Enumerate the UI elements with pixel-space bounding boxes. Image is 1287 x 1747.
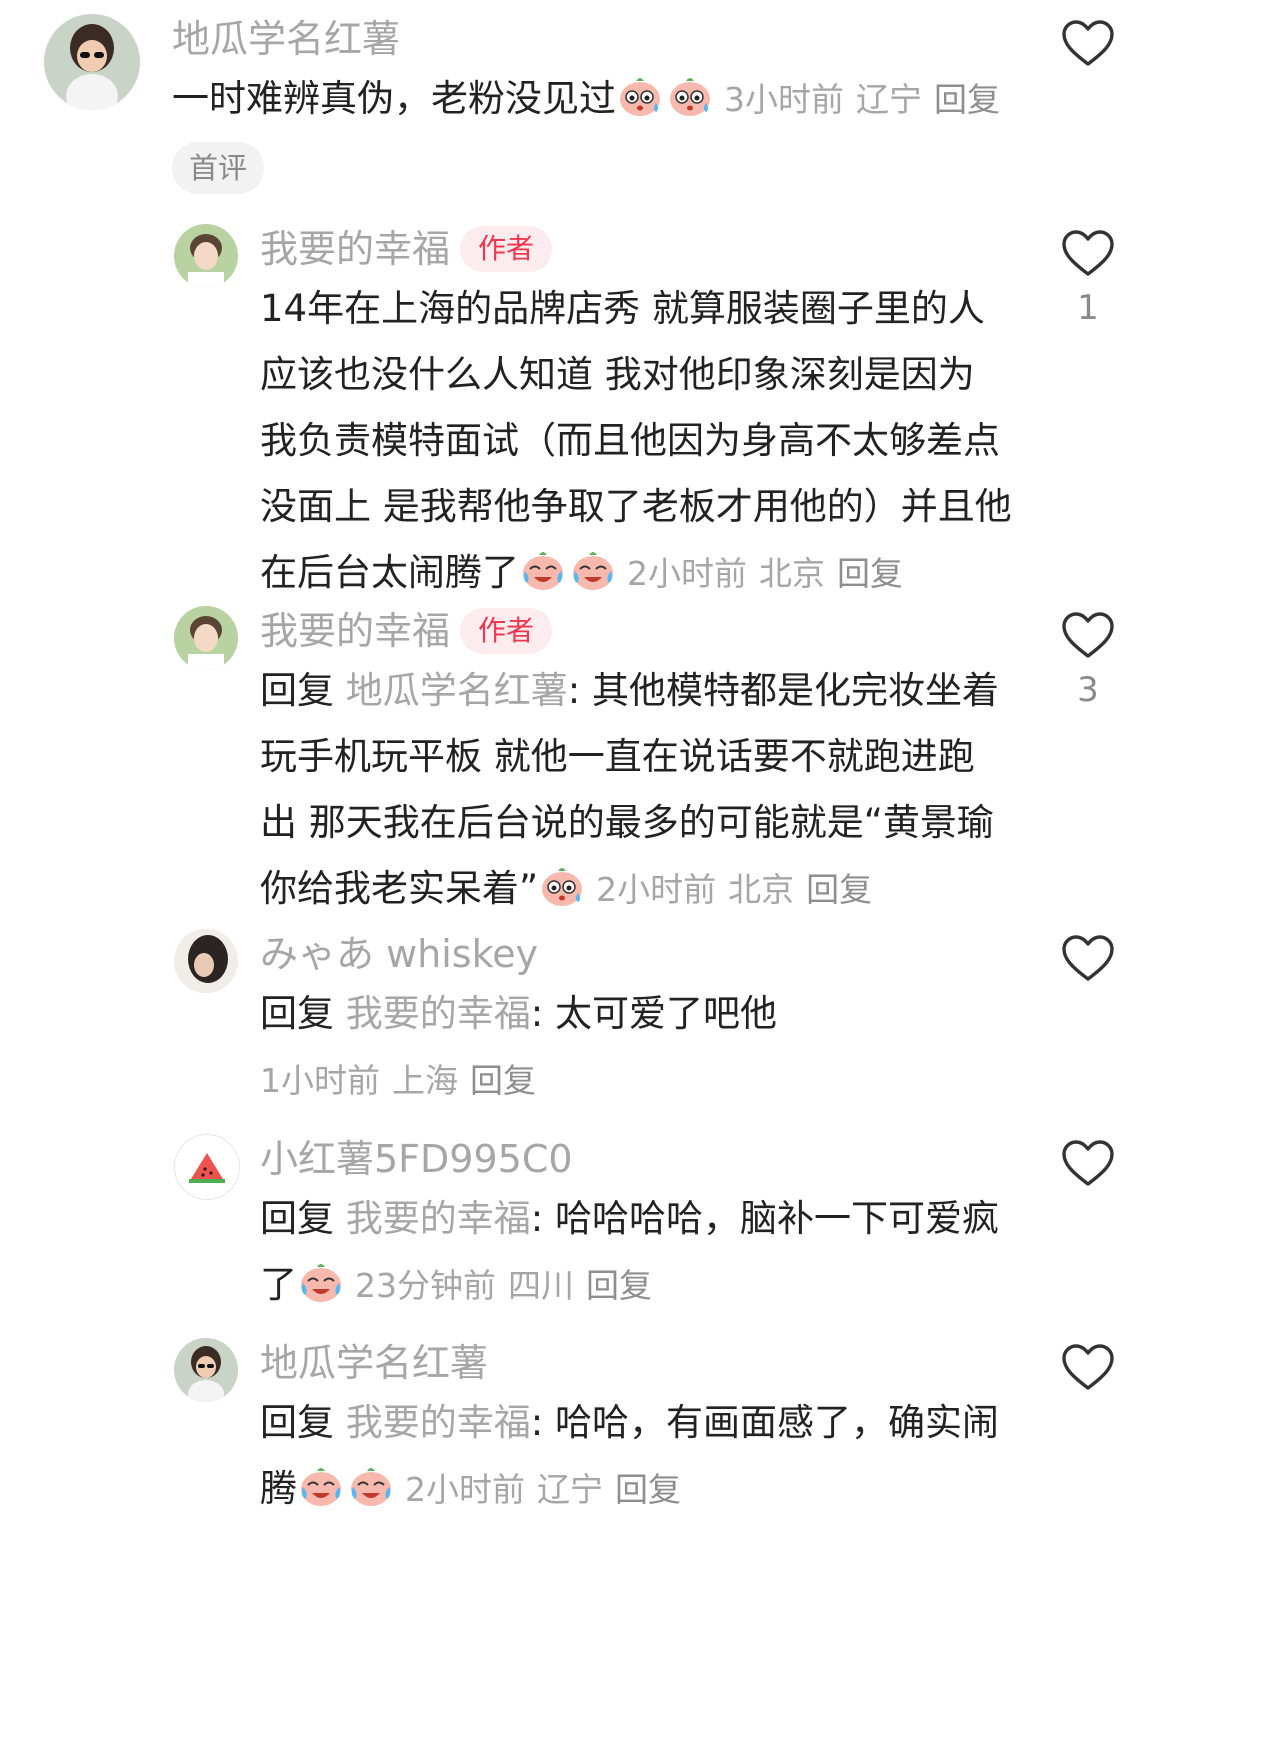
timestamp: 3小时前 — [724, 80, 844, 119]
location: 辽宁 — [537, 1470, 603, 1509]
comment-content: 一时难辨真伪，老粉没见过 — [172, 77, 616, 120]
crying-laugh-face-emoji — [297, 1257, 345, 1305]
comment-text: 回复 我要的幸福: 哈哈哈哈，脑补一下可爱疯 了 23分钟前 四川 回复 — [260, 1186, 999, 1318]
reply-button[interactable]: 回复 — [586, 1266, 652, 1305]
comment-line: 我负责模特面试（而且他因为身高不太够差点 — [260, 419, 1000, 462]
author-tag: 作者 — [460, 608, 553, 654]
like-button[interactable] — [1058, 933, 1118, 983]
like-button[interactable] — [1058, 228, 1118, 278]
heart-outline-icon — [1062, 1344, 1114, 1390]
reply-button[interactable]: 回复 — [470, 1061, 536, 1100]
reply-button[interactable]: 回复 — [806, 870, 872, 909]
reply-target-user[interactable]: 我要的幸福 — [346, 992, 531, 1035]
reply-target-user[interactable]: 我要的幸福 — [346, 1401, 531, 1444]
timestamp: 2小时前 — [596, 870, 717, 909]
crying-laugh-face-emoji — [519, 545, 567, 593]
like-button[interactable] — [1058, 610, 1118, 660]
worried-face-emoji — [666, 71, 714, 119]
comment-line: 了 — [260, 1263, 297, 1306]
comment-line: 14年在上海的品牌店秀 就算服装圈子里的人 — [260, 287, 985, 330]
heart-outline-icon — [1062, 230, 1114, 276]
user-name[interactable]: みゃあ whiskey — [260, 931, 538, 977]
heart-outline-icon — [1062, 20, 1114, 66]
avatar[interactable] — [174, 224, 238, 288]
comment-line: 应该也没什么人知道 我对他印象深刻是因为 — [260, 353, 975, 396]
comment-line: 出 那天我在后台说的最多的可能就是“黄景瑜 — [260, 801, 994, 844]
avatar[interactable] — [44, 14, 140, 110]
comment-meta: 2小时前 辽宁 回复 — [405, 1470, 693, 1509]
user-name[interactable]: 我要的幸福 — [260, 608, 450, 654]
comment-line: : 其他模特都是化完妆坐着 — [567, 669, 999, 712]
reply-prefix: 回复 — [260, 669, 334, 712]
reply-prefix: 回复 — [260, 1401, 334, 1444]
location: 四川 — [508, 1266, 574, 1305]
reply-button[interactable]: 回复 — [934, 80, 1000, 119]
user-name[interactable]: 地瓜学名红薯 — [172, 16, 400, 62]
reply-prefix: 回复 — [260, 1197, 334, 1240]
watermelon-avatar-icon — [189, 1153, 225, 1183]
comment-line: 在后台太闹腾了 — [260, 551, 519, 594]
user-name[interactable]: 我要的幸福 — [260, 226, 450, 272]
comment-line: 玩手机玩平板 就他一直在说话要不就跑进跑 — [260, 735, 975, 778]
reply-button[interactable]: 回复 — [837, 554, 903, 593]
author-tag: 作者 — [460, 226, 553, 272]
crying-laugh-face-emoji — [297, 1461, 345, 1509]
like-count: 3 — [1077, 670, 1099, 710]
comment-meta: 23分钟前 四川 回复 — [355, 1266, 664, 1305]
avatar[interactable] — [174, 1134, 240, 1200]
heart-outline-icon — [1062, 612, 1114, 658]
crying-laugh-face-emoji — [347, 1461, 395, 1509]
comment-text: 回复 我要的幸福: 哈哈，有画面感了，确实闹 腾 2小时前 辽宁 回复 — [260, 1390, 999, 1522]
heart-outline-icon — [1062, 935, 1114, 981]
comment-text: 回复 地瓜学名红薯: 其他模特都是化完妆坐着 玩手机玩平板 就他一直在说话要不就… — [260, 658, 999, 922]
user-name[interactable]: 小红薯5FD995C0 — [260, 1136, 573, 1182]
avatar[interactable] — [174, 929, 238, 993]
comment-line: : 哈哈哈哈，脑补一下可爱疯 — [530, 1197, 999, 1240]
reply-target-user[interactable]: 地瓜学名红薯 — [346, 669, 568, 712]
comment-meta: 2小时前 北京 回复 — [596, 870, 884, 909]
worried-face-emoji — [538, 861, 586, 909]
like-button[interactable] — [1058, 18, 1118, 68]
crying-laugh-face-emoji — [569, 545, 617, 593]
heart-outline-icon — [1062, 1140, 1114, 1186]
comment-text: 一时难辨真伪，老粉没见过 3小时前 辽宁 回复 — [172, 66, 1012, 132]
comment-line: 腾 — [260, 1467, 297, 1510]
location: 北京 — [759, 554, 825, 593]
comment-meta: 3小时前 辽宁 回复 — [724, 80, 1012, 119]
timestamp: 23分钟前 — [355, 1266, 496, 1305]
comment-text: 14年在上海的品牌店秀 就算服装圈子里的人 应该也没什么人知道 我对他印象深刻是… — [260, 276, 1012, 606]
comment-line: 没面上 是我帮他争取了老板才用他的）并且他 — [260, 485, 1012, 528]
like-count: 1 — [1077, 288, 1099, 328]
timestamp: 2小时前 — [405, 1470, 525, 1509]
avatar[interactable] — [174, 606, 238, 670]
timestamp: 1小时前 — [260, 1061, 380, 1100]
location: 北京 — [728, 870, 795, 909]
comment-line: : 太可爱了吧他 — [530, 992, 777, 1035]
comment-meta: 2小时前 北京 回复 — [627, 554, 915, 593]
reply-button[interactable]: 回复 — [615, 1470, 681, 1509]
user-name[interactable]: 地瓜学名红薯 — [260, 1340, 488, 1386]
comment-meta: 1小时前 上海 回复 — [260, 1061, 548, 1100]
location: 辽宁 — [856, 80, 922, 119]
worried-face-emoji — [616, 71, 664, 119]
like-button[interactable] — [1058, 1342, 1118, 1392]
first-comment-badge: 首评 — [172, 142, 265, 194]
reply-target-user[interactable]: 我要的幸福 — [346, 1197, 531, 1240]
location: 上海 — [392, 1061, 458, 1100]
like-button[interactable] — [1058, 1138, 1118, 1188]
comment-line: 你给我老实呆着” — [260, 867, 539, 910]
avatar[interactable] — [174, 1338, 238, 1402]
timestamp: 2小时前 — [627, 554, 747, 593]
comment-line: : 哈哈，有画面感了，确实闹 — [530, 1401, 999, 1444]
reply-prefix: 回复 — [260, 992, 334, 1035]
comment-text: 回复 我要的幸福: 太可爱了吧他 1小时前 上海 回复 — [260, 981, 777, 1113]
